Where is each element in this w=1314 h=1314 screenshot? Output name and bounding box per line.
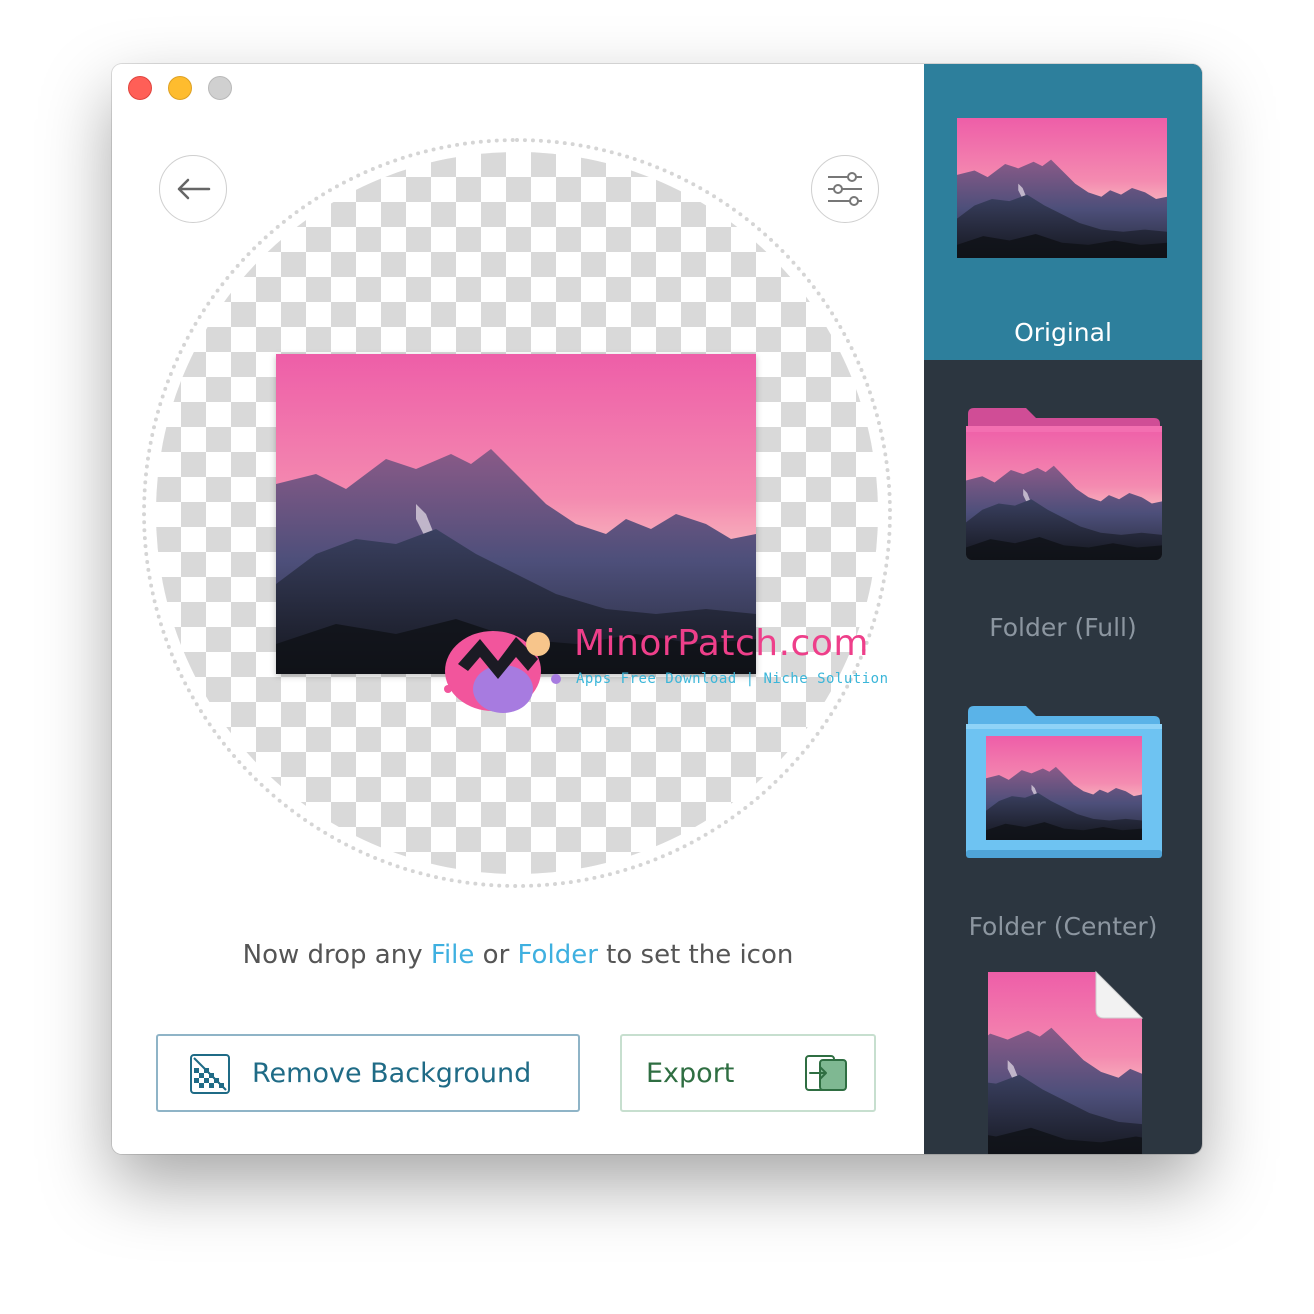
editor-pane: MinorPatch.com Apps Free Download | Nich… [112, 64, 924, 1154]
drop-hint-suffix: to set the icon [597, 940, 794, 970]
watermark-subtitle: Apps Free Download | Niche Solution [576, 671, 889, 687]
drop-hint-prefix: Now drop any [242, 940, 431, 970]
original-thumbnail [957, 118, 1167, 258]
style-label-original: Original [1014, 318, 1112, 347]
folder-full-thumbnail [966, 408, 1162, 560]
remove-background-button[interactable]: Remove Background [156, 1034, 580, 1112]
window-minimize-button[interactable] [168, 76, 192, 100]
export-icon [805, 1055, 847, 1091]
window-close-button[interactable] [128, 76, 152, 100]
checkerboard-icon [190, 1054, 230, 1094]
style-label-folder-center: Folder (Center) [968, 912, 1158, 941]
style-option-original[interactable]: Original [924, 64, 1202, 360]
sliders-icon [828, 172, 862, 206]
remove-background-label: Remove Background [252, 1058, 532, 1089]
icon-style-sidebar: Original Folder (Full) Folder (Center) [924, 64, 1202, 1154]
back-button[interactable] [159, 155, 227, 223]
drop-hint-middle: or [474, 940, 518, 970]
style-label-folder-full: Folder (Full) [989, 613, 1137, 642]
export-button[interactable]: Export [620, 1034, 876, 1112]
app-window: MinorPatch.com Apps Free Download | Nich… [112, 64, 1202, 1154]
watermark-title: MinorPatch.com [574, 623, 869, 664]
style-option-folder-full[interactable]: Folder (Full) [924, 360, 1202, 656]
file-link[interactable]: File [431, 940, 475, 970]
folder-link[interactable]: Folder [518, 940, 598, 970]
style-option-folder-center[interactable]: Folder (Center) [924, 656, 1202, 952]
document-thumbnail [988, 970, 1144, 1154]
minorpatch-logo [444, 631, 561, 713]
style-option-document[interactable] [924, 952, 1202, 1154]
drop-hint: Now drop any File or Folder to set the i… [112, 940, 924, 970]
window-zoom-button[interactable] [208, 76, 232, 100]
settings-button[interactable] [811, 155, 879, 223]
folder-center-thumbnail [966, 706, 1162, 858]
arrow-left-icon [177, 178, 211, 200]
export-label: Export [646, 1058, 735, 1089]
watermark: MinorPatch.com Apps Free Download | Nich… [438, 609, 888, 719]
